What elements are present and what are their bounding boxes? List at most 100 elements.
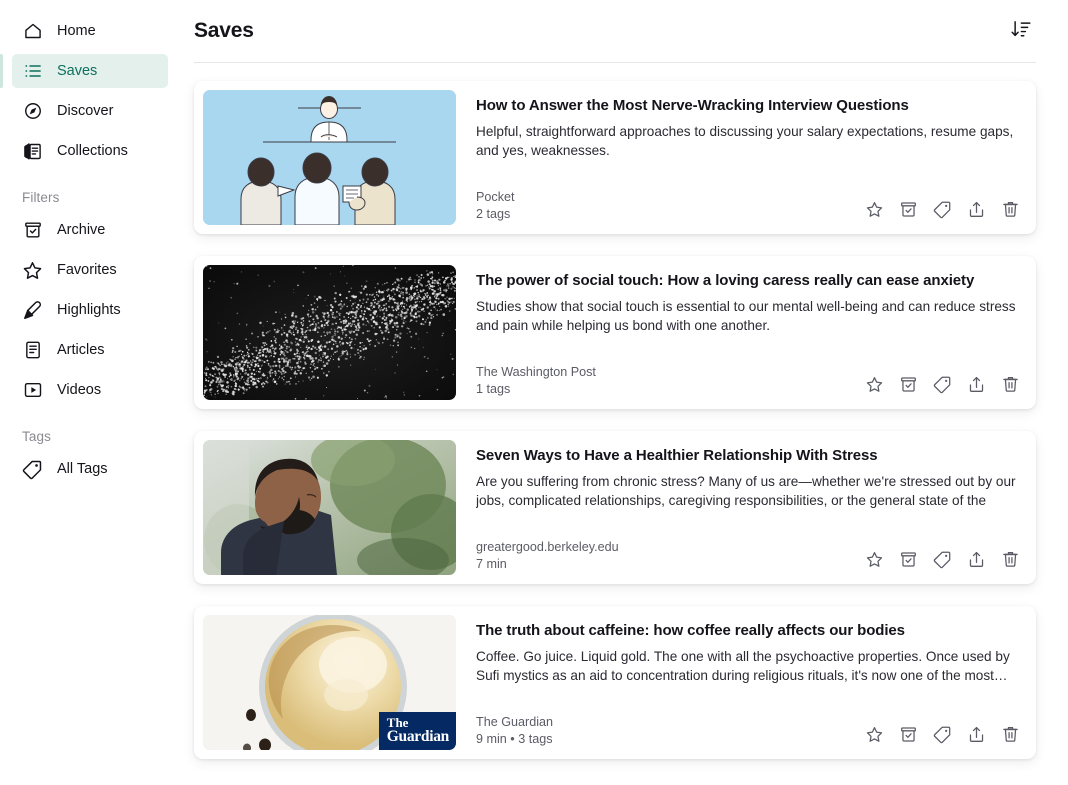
sidebar-item-collections[interactable]: Collections (12, 134, 168, 168)
tag-icon (22, 459, 43, 480)
tag-icon (933, 375, 952, 394)
sort-button[interactable] (1006, 16, 1036, 46)
bearded-man-outdoors-photo (203, 440, 456, 575)
share-icon (967, 200, 986, 219)
sidebar-item-label: All Tags (57, 461, 108, 477)
item-excerpt: Helpful, straightforward approaches to d… (476, 123, 1014, 158)
delete-icon (1001, 550, 1020, 569)
delete-icon (1001, 375, 1020, 394)
archive-icon (899, 200, 918, 219)
sidebar-item-label: Saves (57, 63, 98, 79)
list-item[interactable]: The Guardian The truth about caffeine: h… (194, 606, 1036, 759)
item-body: The power of social touch: How a loving … (470, 265, 1027, 400)
favorite-button[interactable] (861, 371, 887, 397)
item-thumbnail[interactable] (203, 90, 456, 225)
guardian-badge-line2: Guardian (386, 728, 450, 746)
archive-button[interactable] (895, 371, 921, 397)
sidebar-item-favorites[interactable]: Favorites (12, 253, 168, 287)
item-excerpt: Coffee. Go juice. Liquid gold. The one w… (476, 648, 1010, 683)
list-item[interactable]: The power of social touch: How a loving … (194, 256, 1036, 409)
sidebar-section-tags-label: Tags (22, 429, 51, 444)
delete-button[interactable] (997, 371, 1023, 397)
favorite-button[interactable] (861, 546, 887, 572)
home-icon (22, 21, 43, 42)
favorite-star-icon (865, 200, 884, 219)
sidebar-item-label: Favorites (57, 262, 117, 278)
archive-button[interactable] (895, 546, 921, 572)
favorite-star-icon (865, 550, 884, 569)
tag-button[interactable] (929, 196, 955, 222)
item-footer: greatergood.berkeley.edu 7 min (476, 539, 1023, 573)
share-button[interactable] (963, 721, 989, 747)
item-detail: 1 tags (476, 382, 511, 396)
share-button[interactable] (963, 546, 989, 572)
item-detail: 9 min • 3 tags (476, 732, 553, 746)
video-icon (22, 380, 43, 401)
item-meta: The Washington Post 1 tags (476, 364, 596, 398)
page-header: Saves (180, 0, 1068, 62)
tag-button[interactable] (929, 546, 955, 572)
share-button[interactable] (963, 196, 989, 222)
archive-icon (899, 375, 918, 394)
share-button[interactable] (963, 371, 989, 397)
item-actions (861, 721, 1023, 748)
archive-button[interactable] (895, 721, 921, 747)
interview-panel-illustration (203, 90, 456, 225)
sidebar-item-label: Home (57, 23, 96, 39)
item-actions (861, 196, 1023, 223)
sidebar-item-discover[interactable]: Discover (12, 94, 168, 128)
item-thumbnail[interactable] (203, 440, 456, 575)
item-source: The Washington Post (476, 365, 596, 379)
item-source: Pocket (476, 190, 515, 204)
favorite-button[interactable] (861, 721, 887, 747)
sidebar-item-saves[interactable]: Saves (0, 54, 168, 88)
sidebar-item-label: Archive (57, 222, 106, 238)
sidebar-item-home[interactable]: Home (12, 14, 168, 48)
list-item[interactable]: How to Answer the Most Nerve-Wracking In… (194, 81, 1036, 234)
delete-button[interactable] (997, 721, 1023, 747)
item-footer: The Guardian 9 min • 3 tags (476, 714, 1023, 748)
archive-button[interactable] (895, 196, 921, 222)
item-detail: 7 min (476, 557, 507, 571)
item-detail: 2 tags (476, 207, 511, 221)
sidebar-item-highlights[interactable]: Highlights (12, 293, 168, 327)
sidebar-item-archive[interactable]: Archive (12, 213, 168, 247)
favorite-star-icon (865, 725, 884, 744)
compass-icon (22, 101, 43, 122)
item-actions (861, 371, 1023, 398)
sidebar-item-articles[interactable]: Articles (12, 333, 168, 367)
delete-button[interactable] (997, 546, 1023, 572)
highlighter-icon (22, 300, 43, 321)
item-title: The power of social touch: How a loving … (476, 272, 975, 289)
list-item[interactable]: Seven Ways to Have a Healthier Relations… (194, 431, 1036, 584)
item-thumbnail[interactable] (203, 265, 456, 400)
tag-button[interactable] (929, 721, 955, 747)
main-content: Saves How to Answer the Most Nerve-Wrack… (180, 0, 1068, 785)
archive-icon (899, 725, 918, 744)
tag-button[interactable] (929, 371, 955, 397)
favorite-star-icon (865, 375, 884, 394)
sidebar: Home Saves Discover Collections Filters … (0, 0, 180, 785)
share-icon (967, 725, 986, 744)
item-thumbnail[interactable]: The Guardian (203, 615, 456, 750)
archive-icon (22, 220, 43, 241)
sidebar-item-all-tags[interactable]: All Tags (12, 452, 168, 486)
share-icon (967, 550, 986, 569)
item-source: The Guardian (476, 715, 554, 729)
favorite-button[interactable] (861, 196, 887, 222)
pocket-app: Home Saves Discover Collections Filters … (0, 0, 1068, 785)
tag-icon (933, 550, 952, 569)
sidebar-primary-nav: Home Saves Discover Collections (0, 14, 180, 168)
sidebar-item-videos[interactable]: Videos (12, 373, 168, 407)
sidebar-item-label: Videos (57, 382, 102, 398)
item-title: How to Answer the Most Nerve-Wracking In… (476, 97, 909, 114)
item-title: The truth about caffeine: how coffee rea… (476, 622, 905, 639)
guardian-logo-badge: The Guardian (378, 711, 456, 750)
item-title: Seven Ways to Have a Healthier Relations… (476, 447, 878, 464)
saves-list: How to Answer the Most Nerve-Wracking In… (180, 63, 1068, 759)
item-actions (861, 546, 1023, 573)
item-source: greatergood.berkeley.edu (476, 540, 619, 554)
particle-field-photo (203, 265, 456, 400)
delete-button[interactable] (997, 196, 1023, 222)
item-meta: greatergood.berkeley.edu 7 min (476, 539, 619, 573)
